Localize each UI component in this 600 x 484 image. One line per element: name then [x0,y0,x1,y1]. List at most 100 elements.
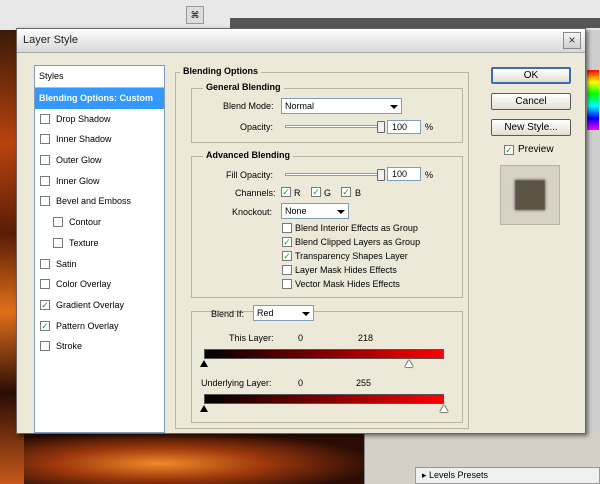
this-layer-black-stop[interactable] [200,360,208,367]
channel-b-checkbox[interactable]: ✓ [341,187,351,197]
underlying-layer-black-stop[interactable] [200,405,208,412]
app-toolbar: ⌘ [0,0,600,30]
levels-presets-item[interactable]: ▸ Levels Presets [415,467,600,484]
opacity-unit: % [425,122,434,132]
advanced-option-label: Blend Clipped Layers as Group [295,237,421,247]
knockout-label: Knockout: [232,207,273,217]
preview-checkbox[interactable]: ✓ [504,145,514,155]
style-checkbox[interactable] [40,155,50,166]
fill-opacity-slider[interactable] [285,173,381,176]
fill-opacity-slider-thumb[interactable] [377,169,385,181]
style-checkbox[interactable] [53,237,63,248]
style-checkbox[interactable]: ✓ [40,299,50,310]
style-checkbox[interactable] [40,113,50,124]
style-checkbox[interactable] [40,279,50,290]
tool-icon[interactable]: ⌘ [186,6,204,24]
style-item-label: Satin [56,258,77,269]
canvas-image-bottom [24,433,364,484]
style-checkbox[interactable] [40,134,50,145]
blend-if-value: Red [257,308,274,318]
style-item-label: Outer Glow [56,155,102,166]
advanced-option-checkbox[interactable] [282,279,292,289]
new-style-button[interactable]: New Style... [491,119,571,136]
preview-label: Preview [518,144,554,155]
style-item-satin[interactable]: Satin [35,254,164,275]
style-item-gradient-overlay[interactable]: ✓ Gradient Overlay [35,295,164,316]
style-item-stroke[interactable]: Stroke [35,336,164,357]
this-layer-white-stop[interactable] [405,360,414,367]
blending-options-title: Blending Options [180,66,261,76]
style-checkbox[interactable] [40,175,50,186]
color-swatches[interactable] [587,70,599,130]
general-blending-group [191,88,463,143]
style-item-inner-shadow[interactable]: Inner Shadow [35,129,164,150]
ok-button[interactable]: OK [491,67,571,84]
style-item-color-overlay[interactable]: Color Overlay [35,274,164,295]
fill-opacity-label: Fill Opacity: [226,170,274,180]
fill-opacity-input[interactable]: 100 [387,167,421,181]
advanced-option-label: Layer Mask Hides Effects [295,265,397,275]
fill-opacity-unit: % [425,170,434,180]
close-icon: × [568,33,576,47]
advanced-option-checkbox[interactable] [282,223,292,233]
opacity-slider-thumb[interactable] [377,121,385,133]
blend-mode-value: Normal [285,101,315,111]
this-layer-high: 218 [358,333,374,343]
style-item-label: Bevel and Emboss [56,196,132,207]
advanced-option-label: Transparency Shapes Layer [295,251,408,261]
channel-r-label: R [294,188,301,198]
style-item-label: Inner Glow [56,175,100,186]
opacity-input[interactable]: 100 [387,120,421,134]
channel-r-checkbox[interactable]: ✓ [281,187,291,197]
channel-g-checkbox[interactable]: ✓ [311,187,321,197]
blend-if-dropdown[interactable]: Red [253,305,314,321]
this-layer-label: This Layer: [229,333,274,343]
style-checkbox[interactable] [40,258,50,269]
dialog-title: Layer Style [23,34,79,46]
style-item-bevel-and-emboss[interactable]: Bevel and Emboss [35,191,164,212]
blend-if-label: Blend If: [211,309,245,319]
style-item-label: Drop Shadow [56,113,111,124]
channel-g-label: G [324,188,332,198]
styles-header[interactable]: Styles [35,66,164,88]
style-item-texture[interactable]: Texture [35,233,164,254]
channel-b-label: B [355,188,362,198]
title-bar[interactable]: Layer Style × [17,29,585,53]
advanced-option-checkbox[interactable] [282,265,292,275]
blend-mode-dropdown[interactable]: Normal [281,98,402,114]
advanced-option-checkbox[interactable]: ✓ [282,251,292,261]
style-checkbox[interactable] [53,217,63,228]
opacity-slider[interactable] [285,125,381,128]
general-blending-title: General Blending [203,82,284,92]
style-item-label: Blending Options: Custom [39,93,153,103]
blend-if-group [191,311,463,423]
advanced-option-checkbox[interactable]: ✓ [282,237,292,247]
style-item-label: Color Overlay [56,279,112,290]
chevron-down-icon [302,312,310,316]
style-item-label: Gradient Overlay [56,299,125,310]
knockout-value: None [285,206,307,216]
style-item-label: Pattern Overlay [56,320,119,331]
style-item-blending-options-custom[interactable]: Blending Options: Custom [35,88,164,109]
advanced-blending-title: Advanced Blending [203,150,294,160]
levels-presets-label: Levels Presets [429,470,489,480]
style-item-drop-shadow[interactable]: Drop Shadow [35,109,164,130]
style-item-label: Stroke [56,341,83,352]
cancel-button[interactable]: Cancel [491,93,571,110]
underlying-layer-label: Underlying Layer: [201,378,272,388]
style-item-inner-glow[interactable]: Inner Glow [35,171,164,192]
style-item-contour[interactable]: Contour [35,212,164,233]
style-checkbox[interactable]: ✓ [40,320,50,331]
style-item-pattern-overlay[interactable]: ✓ Pattern Overlay [35,316,164,337]
this-layer-low: 0 [298,333,304,343]
underlying-layer-low: 0 [298,378,304,388]
knockout-dropdown[interactable]: None [281,203,349,219]
style-item-outer-glow[interactable]: Outer Glow [35,150,164,171]
underlying-layer-gradient [204,394,444,404]
style-checkbox[interactable] [40,341,50,352]
underlying-layer-white-stop[interactable] [440,405,448,412]
preview-swatch [500,165,560,225]
close-button[interactable]: × [563,32,581,49]
style-checkbox[interactable] [40,196,50,207]
style-item-label: Inner Shadow [56,134,112,145]
